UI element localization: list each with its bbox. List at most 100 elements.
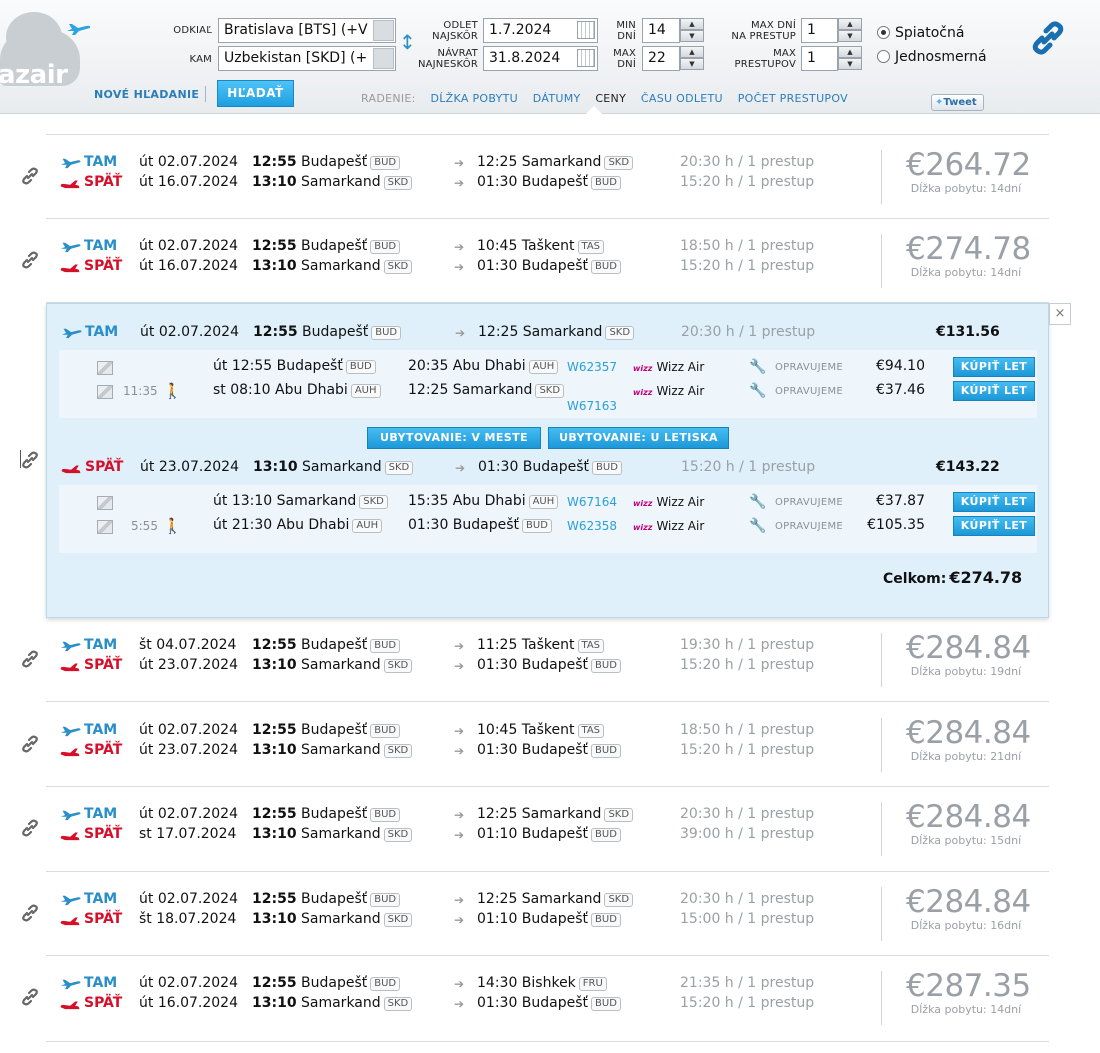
text-cursor <box>20 450 21 468</box>
leg-total-price: €143.22 <box>936 459 1000 475</box>
max-days-input[interactable]: 22 <box>642 46 680 71</box>
search-button[interactable]: HĽADAŤ <box>217 80 294 107</box>
wizz-logo-icon: wizz <box>633 388 653 397</box>
arrival-city: 01:30 Budapešť <box>477 995 589 1011</box>
link-icon[interactable] <box>20 166 40 186</box>
plane-return-icon <box>60 1001 80 1010</box>
radio-roundtrip[interactable]: Spiatočná <box>877 25 964 41</box>
sort-price[interactable]: CENY <box>595 92 626 105</box>
leg-date: út 23.07.2024 <box>139 742 238 758</box>
buy-flight-button[interactable]: KÚPIŤ LET <box>953 357 1035 377</box>
min-days-stepper[interactable]: ▲ ▼ <box>680 18 704 43</box>
max-days-transfer-input[interactable]: 1 <box>801 18 838 43</box>
result-row[interactable]: TAM út 02.07.2024 12:55 Budapešť BUD ➔ 14:30 B… <box>22 956 1049 1042</box>
new-search-link[interactable]: NOVÉ HĽADANIE <box>94 88 199 101</box>
min-days-input[interactable]: 14 <box>642 18 680 43</box>
airline-name: Wizz Air <box>656 360 705 374</box>
arrival-city: 01:10 Budapešť <box>477 826 589 842</box>
azair-logo[interactable]: azair <box>0 8 92 90</box>
buy-flight-button[interactable]: KÚPIŤ LET <box>953 492 1035 512</box>
to-input[interactable]: Uzbekistan [SKD] (+ <box>218 46 396 71</box>
max-transfers-input[interactable]: 1 <box>801 46 838 71</box>
close-button[interactable]: × <box>1049 303 1071 325</box>
origin-city: Samarkand <box>301 174 381 190</box>
leg-arrival: 01:10 Budapešť BUD <box>477 911 621 927</box>
depart-date-input[interactable]: 1.7.2024 <box>483 18 598 43</box>
leg-date: út 16.07.2024 <box>139 258 238 274</box>
radio-empty-icon[interactable] <box>877 50 890 63</box>
return-label: SPÄŤ <box>84 174 123 190</box>
link-icon[interactable] <box>20 818 40 838</box>
leg-date: st 17.07.2024 <box>139 826 237 842</box>
max-days-stepper[interactable]: ▲ ▼ <box>680 46 704 71</box>
arrow-icon: ➔ <box>454 828 465 842</box>
leg-dep-time: 12:55 <box>252 975 297 991</box>
stay-length: Dĺžka pobytu: 15dní <box>910 834 1022 847</box>
from-input[interactable]: Bratislava [BTS] (+V <box>218 18 396 43</box>
sort-departure-time[interactable]: ČASU ODLETU <box>641 92 723 105</box>
airport-code-badge: BUD <box>591 176 621 190</box>
wizz-logo-icon: wizz <box>633 499 653 508</box>
wizz-logo-icon: wizz <box>633 364 653 373</box>
airport-picker-icon[interactable] <box>373 48 394 69</box>
link-icon[interactable] <box>20 987 40 1007</box>
link-icon[interactable] <box>20 649 40 669</box>
flight-number[interactable]: W62357 <box>567 360 617 374</box>
leg-dep-time: 13:10 <box>252 911 297 927</box>
result-row[interactable]: TAM út 02.07.2024 12:55 Budapešť BUD ➔ 10:45 T… <box>22 219 1049 303</box>
link-icon[interactable] <box>20 734 40 754</box>
outbound-label: TAM <box>84 806 118 822</box>
result-row[interactable]: TAM út 02.07.2024 12:55 Budapešť BUD ➔ 12:25 S… <box>22 135 1049 219</box>
sort-transfers[interactable]: POČET PRESTUPOV <box>738 92 848 105</box>
hotel-airport-button[interactable]: UBYTOVANIE: U LETISKA <box>548 427 729 449</box>
tweet-button[interactable]: ✦Tweet <box>931 94 984 111</box>
leg-duration: 15:20 h / 1 prestup <box>680 174 815 190</box>
airport-code-badge: SKD <box>383 176 413 190</box>
airport-picker-icon[interactable] <box>373 20 394 41</box>
airport-code-badge: BUD <box>522 519 552 533</box>
result-row[interactable]: TAM št 04.07.2024 12:55 Budapešť BUD ➔ 11:25 T… <box>22 618 1049 702</box>
leg-date: út 02.07.2024 <box>139 975 238 991</box>
return-date-input[interactable]: 31.8.2024 <box>483 46 598 71</box>
result-row[interactable]: TAM út 02.07.2024 12:55 Budapešť BUD ➔ 12:25 S… <box>22 787 1049 872</box>
segment-arr-text: 12:25 Samarkand <box>408 382 533 398</box>
plane-outbound-icon <box>60 726 81 737</box>
leg-origin: Samarkand SKD <box>301 826 413 842</box>
divider <box>205 86 206 102</box>
leg-arrival: 01:30 Budapešť BUD <box>478 459 622 475</box>
leg-duration: 15:20 h / 1 prestup <box>680 995 815 1011</box>
radio-oneway[interactable]: Jednosmerná <box>877 49 987 65</box>
result-row[interactable]: TAM út 02.07.2024 12:55 Budapešť BUD ➔ 10:45 T… <box>22 703 1049 787</box>
leg-date: út 02.07.2024 <box>140 324 239 340</box>
calendar-icon[interactable] <box>577 49 595 67</box>
plane-outbound-icon <box>60 242 81 253</box>
segment-price: €37.87 <box>876 493 925 509</box>
link-icon[interactable] <box>20 250 40 270</box>
flight-number[interactable]: W67164 <box>567 495 617 509</box>
max-days-transfer-stepper[interactable]: ▲ ▼ <box>838 18 862 43</box>
leg-date: út 16.07.2024 <box>139 174 238 190</box>
leg-date: út 16.07.2024 <box>139 995 238 1011</box>
max-transfers-stepper[interactable]: ▲ ▼ <box>838 46 862 71</box>
wrench-icon: 🔧 <box>749 494 767 510</box>
flight-number[interactable]: W67163 <box>567 399 617 413</box>
plane-outbound-icon <box>60 979 81 990</box>
buy-flight-button[interactable]: KÚPIŤ LET <box>953 516 1035 536</box>
link-icon[interactable] <box>20 903 40 923</box>
buy-flight-button[interactable]: KÚPIŤ LET <box>953 381 1035 401</box>
radio-selected-icon[interactable] <box>877 26 890 39</box>
airport-code-badge: AUH <box>528 495 559 509</box>
leg-duration: 20:30 h / 1 prestup <box>680 154 815 170</box>
flight-number[interactable]: W62358 <box>567 519 617 533</box>
hotel-city-button[interactable]: UBYTOVANIE: V MESTE <box>367 427 541 449</box>
sort-stay-length[interactable]: DĹŽKA POBYTU <box>430 92 518 105</box>
arrow-icon: ➔ <box>454 659 465 673</box>
link-icon[interactable] <box>20 450 40 470</box>
divider <box>881 971 882 1025</box>
sort-dates[interactable]: DÁTUMY <box>533 92 581 105</box>
share-link-icon[interactable] <box>1030 20 1066 56</box>
calendar-icon[interactable] <box>577 21 595 39</box>
leg-arrival: 12:25 Samarkand SKD <box>477 154 634 170</box>
sort-bar: RADENIE: DĹŽKA POBYTU DÁTUMY CENY ČASU O… <box>361 92 859 105</box>
result-row[interactable]: TAM út 02.07.2024 12:55 Budapešť BUD ➔ 12:25 S… <box>22 872 1049 956</box>
